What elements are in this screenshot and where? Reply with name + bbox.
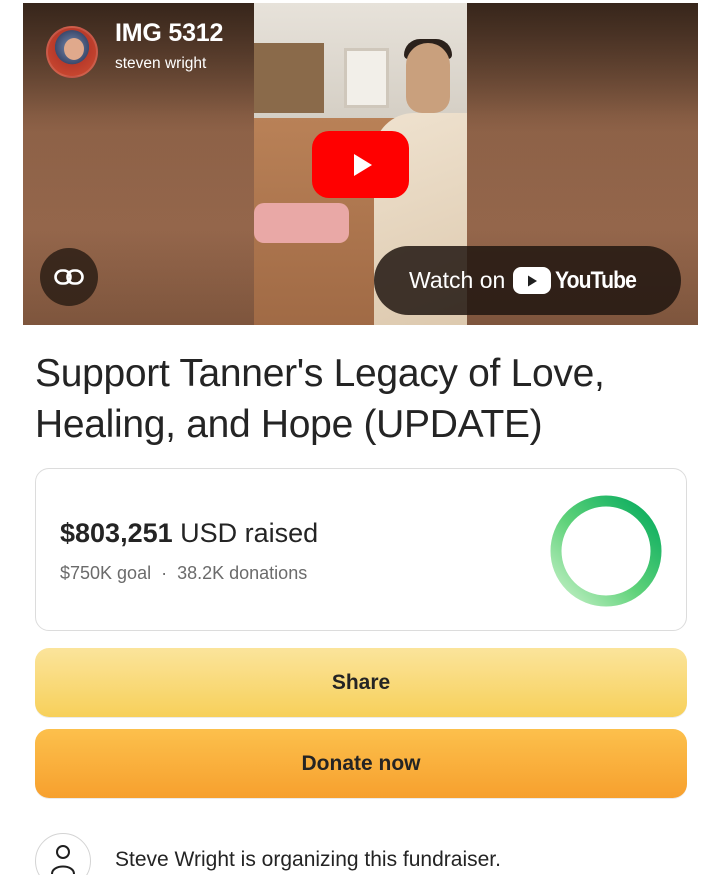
organizer-avatar [35,833,91,875]
goal-meta: $750K goal · 38.2K donations [60,563,307,584]
youtube-wordmark: YouTube [555,266,637,294]
progress-ring [550,495,662,607]
user-icon [51,845,75,875]
channel-name[interactable]: steven wright [115,55,206,73]
progress-card: $803,251 USD raised $750K goal · 38.2K d… [35,468,687,631]
youtube-logo-icon [513,267,552,294]
goal-text: $750K goal [60,563,152,583]
share-button[interactable]: Share [35,648,687,717]
youtube-logo: YouTube [513,267,647,295]
copy-link-button[interactable] [40,248,98,306]
channel-avatar[interactable] [46,26,98,78]
link-icon [54,269,84,285]
play-button[interactable] [312,131,409,198]
video-title[interactable]: IMG 5312 [115,19,223,48]
watch-on-label: Watch on [409,267,506,293]
progress-ring-arc [550,495,662,607]
meta-separator: · [161,563,168,583]
donations-count: 38.2K donations [177,563,308,583]
amount-raised: $803,251 USD raised [60,518,318,549]
raised-amount: $803,251 [60,518,173,548]
page-title: Support Tanner's Legacy of Love, Healing… [35,352,605,446]
raised-label: USD raised [180,518,319,548]
video-embed[interactable]: IMG 5312 steven wright Watch on YouTube [23,3,698,325]
play-icon [353,153,372,176]
organizer-text: Steve Wright is organizing this fundrais… [115,848,501,871]
watch-on-youtube-button[interactable]: Watch on YouTube [374,246,681,315]
donate-now-button[interactable]: Donate now [35,729,687,798]
